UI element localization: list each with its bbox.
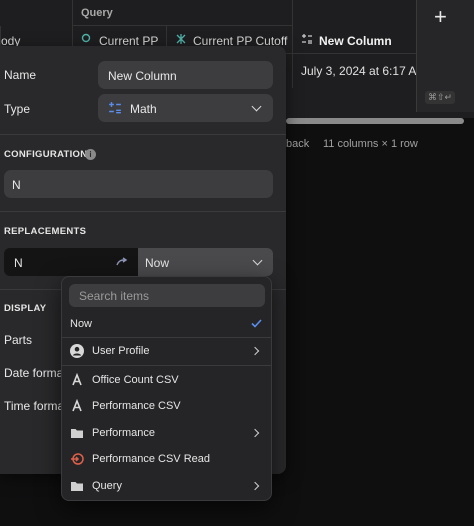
- dropdown-item-office-count-csv[interactable]: Office Count CSV: [62, 367, 271, 393]
- footer-back-text: back: [286, 138, 310, 150]
- replacements-title: REPLACEMENTS: [4, 226, 87, 237]
- dropdown-item-performance-csv-read[interactable]: Performance CSV Read: [62, 446, 271, 472]
- search-items-input[interactable]: [69, 284, 265, 307]
- table-size-summary: 11 columns × 1 row: [323, 138, 418, 150]
- configuration-formula-field[interactable]: N: [4, 170, 273, 198]
- display-title: DISPLAY: [4, 303, 47, 314]
- replacement-variable-field[interactable]: N: [4, 248, 138, 276]
- shortcut-hint: ⌘⇧↵: [425, 91, 456, 104]
- column-group-header: Query: [72, 0, 292, 26]
- configuration-title: CONFIGURATION: [4, 149, 88, 160]
- add-column-button[interactable]: + ⌘⇧↵: [416, 0, 474, 112]
- column-name-field[interactable]: New Column: [98, 61, 273, 89]
- date-format-label: Date forma: [4, 366, 64, 380]
- checkmark-icon: [251, 319, 262, 328]
- divider: [62, 365, 271, 366]
- folder-icon: [71, 482, 83, 491]
- replacement-dropdown-menu: Now User Profile Office Count CSV Perfor…: [61, 276, 272, 501]
- formula-icon: [176, 34, 186, 44]
- chevron-right-icon: [250, 428, 260, 438]
- parts-label: Parts: [4, 333, 33, 347]
- chevron-down-icon: [251, 101, 262, 112]
- dropdown-item-user-profile[interactable]: User Profile: [62, 338, 271, 364]
- divider: [0, 134, 286, 135]
- dropdown-item-query[interactable]: Query: [62, 473, 271, 499]
- chevron-right-icon: [250, 481, 260, 491]
- arrow-right-icon: [116, 257, 128, 266]
- dropdown-item-performance[interactable]: Performance: [62, 420, 271, 446]
- user-icon: [70, 344, 84, 358]
- replacement-value-select[interactable]: Now: [138, 248, 273, 276]
- chevron-right-icon: [250, 346, 260, 356]
- math-icon: [302, 34, 312, 44]
- math-icon: [109, 102, 121, 114]
- info-icon[interactable]: i: [85, 149, 96, 160]
- plus-icon: +: [434, 4, 447, 29]
- dropdown-item-performance-csv[interactable]: Performance CSV: [62, 393, 271, 419]
- new-column-cell[interactable]: July 3, 2024 at 6:17 AM: [292, 54, 416, 88]
- type-label: Type: [4, 102, 31, 116]
- name-label: Name: [4, 68, 37, 82]
- chevron-down-icon: [252, 255, 263, 266]
- column-header-new-column[interactable]: New Column: [292, 0, 416, 54]
- time-format-label: Time forma: [4, 399, 65, 413]
- type-select[interactable]: Math: [98, 94, 273, 122]
- folder-icon: [71, 429, 83, 438]
- dropdown-item-now[interactable]: Now: [62, 311, 271, 337]
- search-icon: [81, 33, 91, 43]
- text-icon: [72, 373, 82, 386]
- text-icon: [72, 399, 82, 412]
- csv-read-icon: [71, 453, 84, 465]
- divider: [0, 211, 286, 212]
- horizontal-scrollbar[interactable]: [286, 118, 464, 124]
